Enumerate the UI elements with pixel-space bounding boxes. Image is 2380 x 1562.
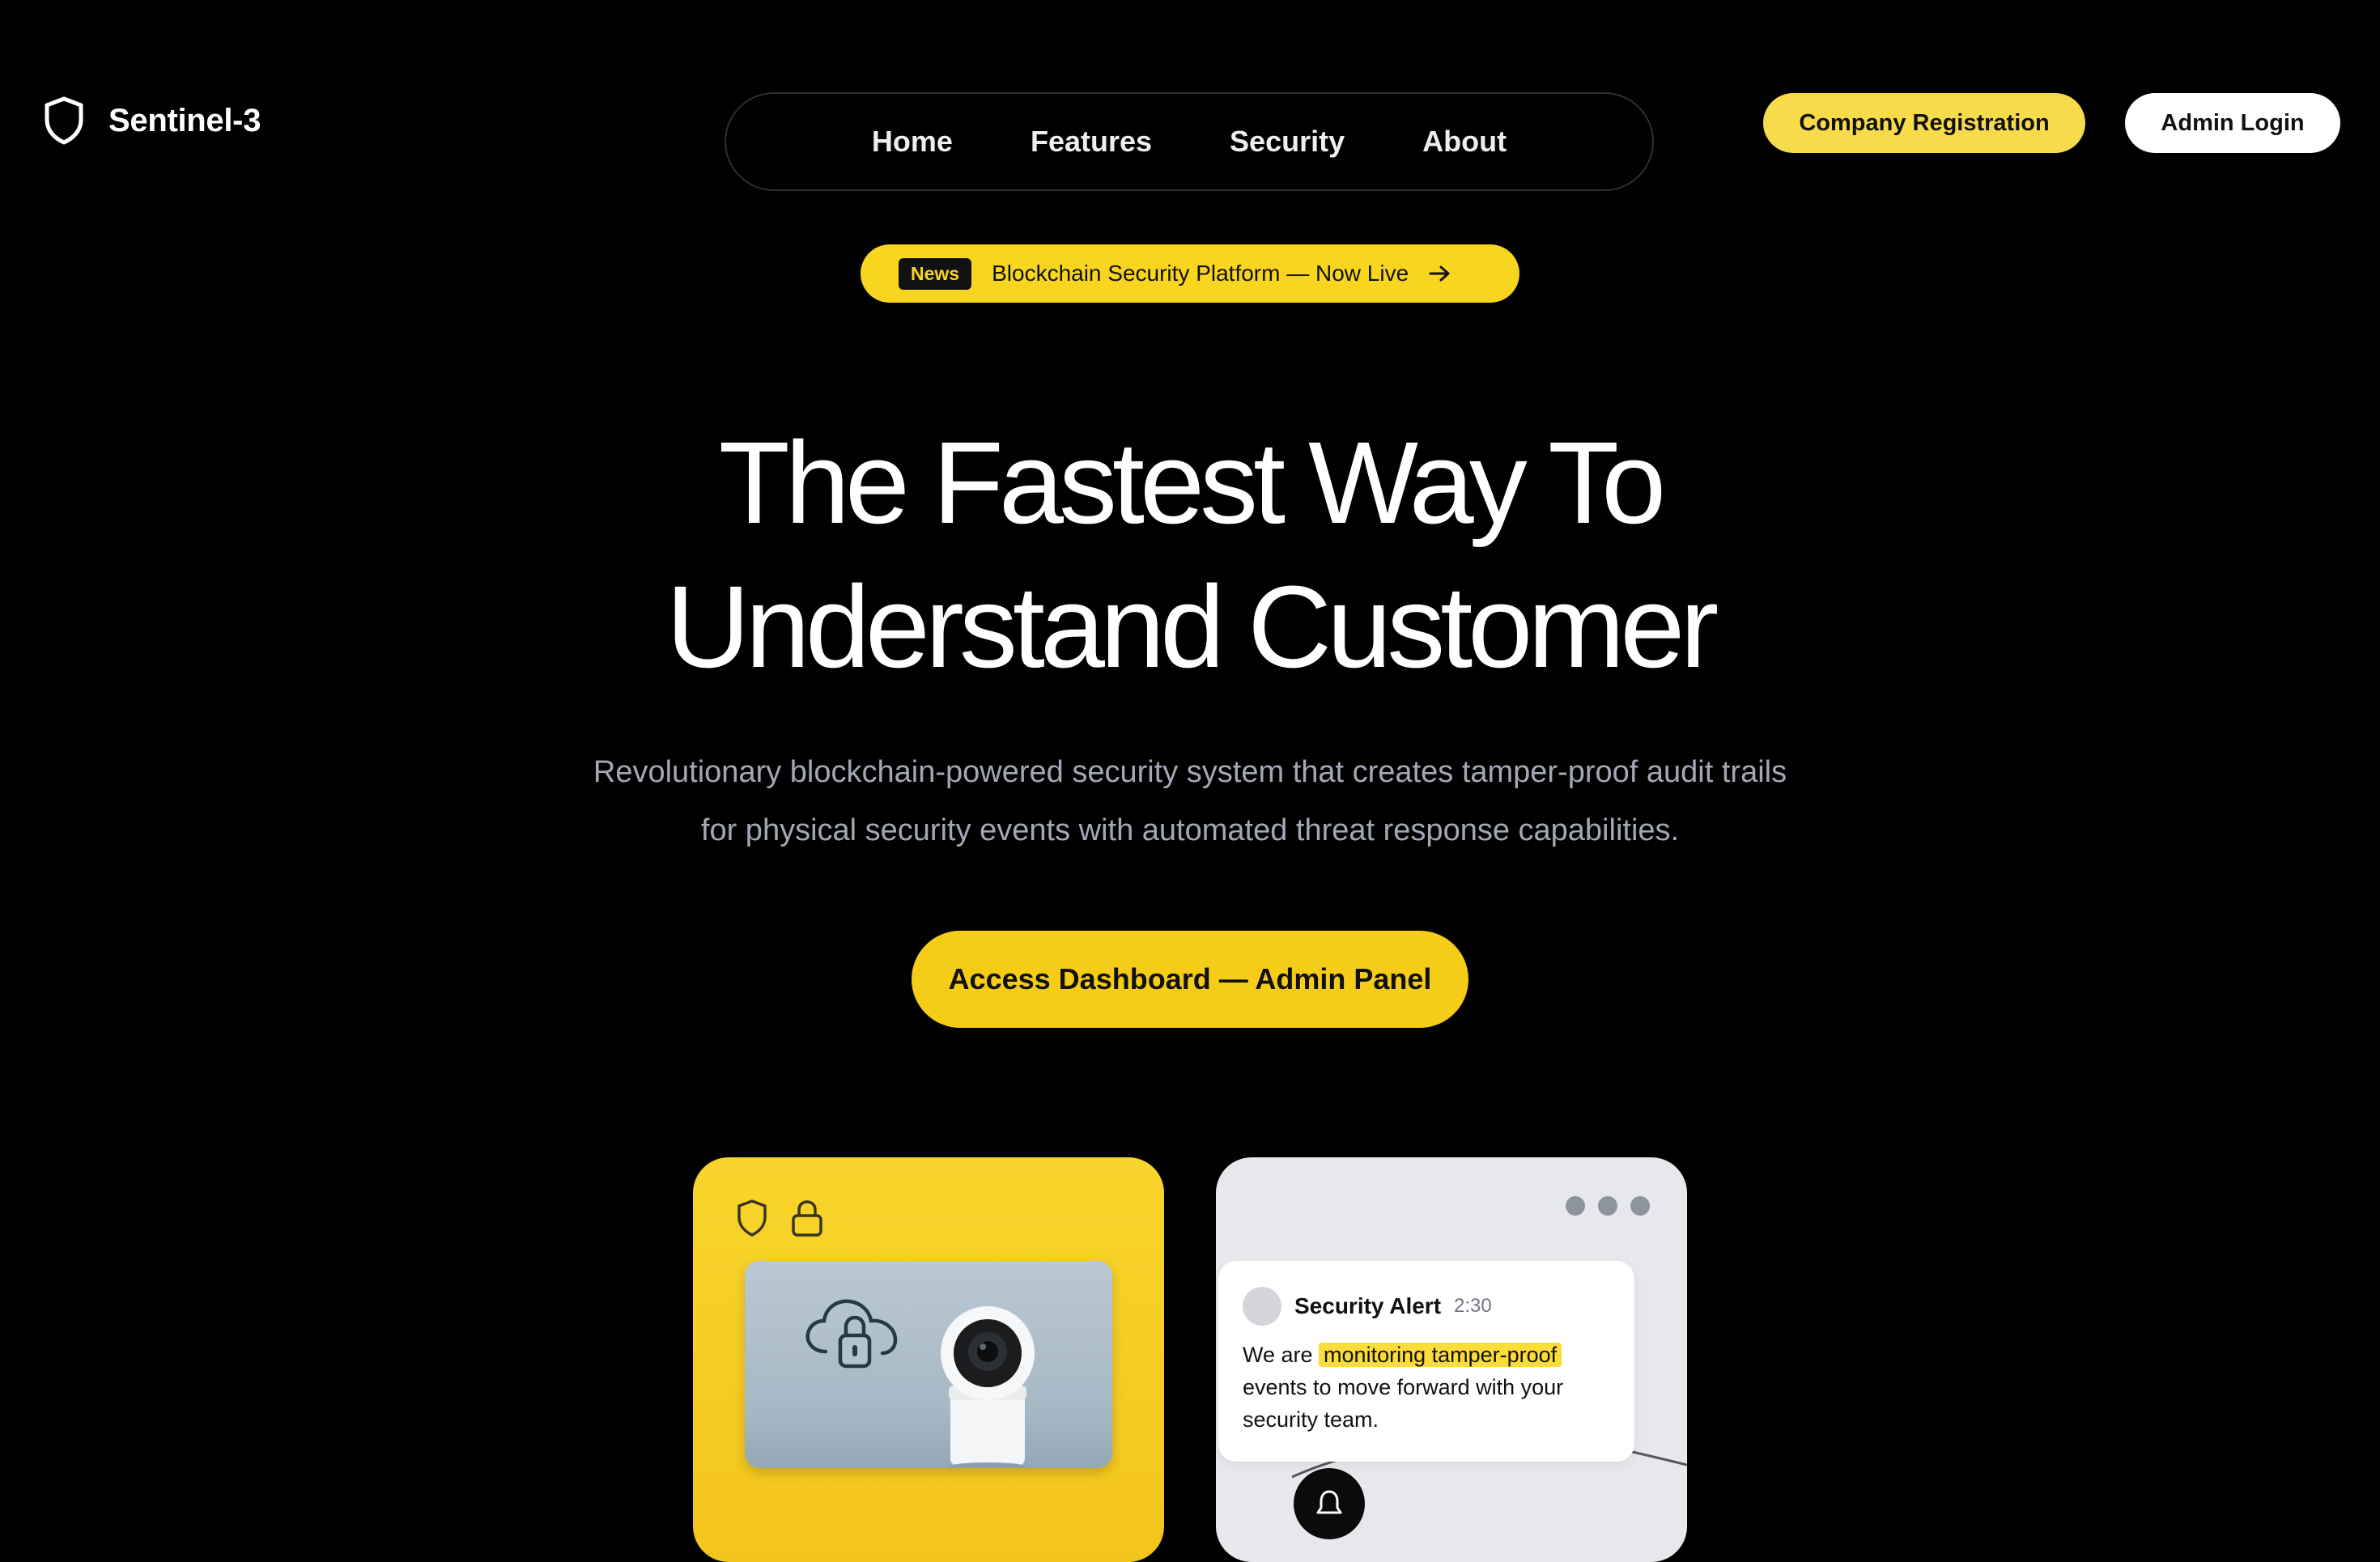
arrow-right-icon [1428,264,1452,283]
alert-title: Security Alert [1294,1293,1442,1318]
hero-title: The Fastest Way To Understand Customer [0,411,2380,699]
alert-body-end: events to move forward with your securit… [1243,1375,1564,1432]
nav-item-features[interactable]: Features [1031,125,1152,159]
security-alert-card: Security Alert 2:30 We are monitoring ta… [1216,1157,1687,1562]
nav-item-about[interactable]: About [1422,125,1507,159]
dot [1566,1196,1585,1216]
notification-button[interactable] [1294,1468,1365,1539]
alert-body: We are monitoring tamper-proof events to… [1243,1339,1623,1436]
news-badge: News [899,257,972,290]
avatar [1243,1287,1281,1326]
alert-message: Security Alert 2:30 We are monitoring ta… [1218,1261,1634,1462]
security-camera-icon [941,1306,1035,1468]
main-nav: Home Features Security About [725,92,1654,191]
company-registration-button[interactable]: Company Registration [1763,93,2085,153]
hero-subtitle-line: for physical security events with automa… [700,813,1680,847]
alert-header: Security Alert 2:30 [1243,1287,1492,1326]
news-banner[interactable]: News Blockchain Security Platform — Now … [861,244,1519,303]
window-dots [1566,1196,1650,1216]
hero-subtitle: Revolutionary blockchain-powered securit… [0,743,2380,860]
hero-title-line: The Fastest Way To [718,418,1666,548]
brand-logo[interactable]: Sentinel-3 [42,96,261,146]
dot [1598,1196,1617,1216]
card-icons [733,1198,826,1238]
nav-item-security[interactable]: Security [1230,125,1345,159]
news-text: Blockchain Security Platform — Now Live [992,261,1409,286]
cloud-lock-icon [805,1299,898,1369]
lock-icon [792,1200,822,1237]
access-dashboard-button[interactable]: Access Dashboard — Admin Panel [912,931,1468,1028]
bell-icon [1316,1490,1342,1514]
camera-image [745,1261,1112,1468]
alert-body-start: We are [1243,1343,1320,1367]
admin-login-button[interactable]: Admin Login [2125,93,2340,153]
dot [1630,1196,1650,1216]
alert-body-highlight: monitoring tamper-proof [1319,1343,1562,1367]
brand-name: Sentinel-3 [108,102,261,138]
hero-subtitle-line: Revolutionary blockchain-powered securit… [593,755,1787,789]
alert-time: 2:30 [1454,1295,1492,1317]
shield-icon [45,96,83,145]
camera-feature-card [693,1157,1164,1562]
shield-icon [737,1199,767,1237]
nav-item-home[interactable]: Home [872,125,953,159]
hero-title-line: Understand Customer [665,562,1719,692]
